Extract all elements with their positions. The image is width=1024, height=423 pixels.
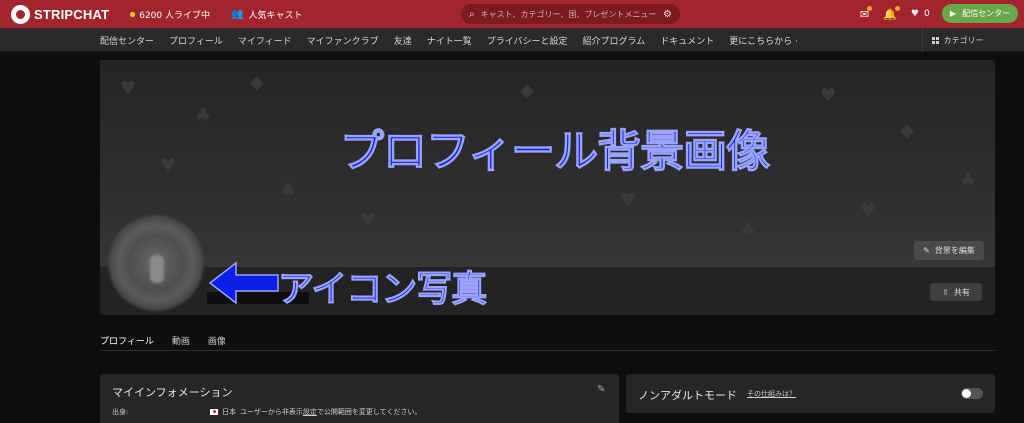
popular-casts-link[interactable]: 👥 人気キャスト [231, 8, 302, 21]
my-information-panel: マイインフォメーション ✎ 出身: 日本 ユーザーから非表示 設定 で公開範囲を… [100, 374, 619, 423]
my-information-title: マイインフォメーション [112, 386, 233, 399]
subnav-item-more[interactable]: 更にこちらから · [729, 34, 798, 47]
how-it-works-link[interactable]: その仕組みは？ [747, 389, 796, 399]
pattern-cherry-icon: ♣ [280, 180, 297, 201]
pattern-heart-icon: ♥ [820, 85, 837, 106]
pencil-icon: ✎ [923, 246, 930, 255]
logo-icon [11, 4, 30, 24]
likes-count: 0 [924, 9, 930, 19]
origin-country: 日本 [222, 408, 236, 416]
subnav-item-documents[interactable]: ドキュメント [660, 34, 714, 47]
pattern-lips-icon: ◆ [900, 120, 914, 141]
filter-icon[interactable]: ⚙ [663, 9, 672, 20]
people-icon: 👥 [231, 8, 244, 20]
subnav-item-profile[interactable]: プロフィール [169, 34, 223, 47]
origin-value: 日本 ユーザーから非表示 設定 で公開範囲を変更してください。 [210, 407, 421, 417]
share-button[interactable]: ⇪ 共有 [930, 283, 982, 301]
cover-annotation-title: プロフィール背景画像 [339, 126, 770, 178]
broadcast-center-label: 配信センター [962, 9, 1011, 18]
online-dot-icon [130, 11, 136, 17]
online-count-label: 6200 人ライブ中 [139, 10, 210, 21]
tab-images[interactable]: 画像 [208, 334, 226, 347]
likes-counter[interactable]: ♥ 0 [911, 9, 930, 19]
subnav-item-referral[interactable]: 紹介プログラム [583, 34, 646, 47]
arrow-left-icon [208, 261, 279, 305]
edit-background-button[interactable]: ✎ 背景を編集 [914, 241, 984, 260]
profile-tabs: プロフィール 動画 画像 [100, 334, 226, 347]
heart-icon: ♥ [910, 9, 919, 19]
subnav-item-broadcast-center[interactable]: 配信センター [100, 34, 154, 47]
search-bar[interactable]: ⌕ キャスト、カテゴリー、国、プレゼントメニュー ⚙ [461, 4, 680, 24]
sub-navigation: 配信センター プロフィール マイフィード マイファンクラブ 友達 ナイト一覧 プ… [0, 28, 1024, 52]
settings-link[interactable]: 設定 [303, 407, 317, 417]
share-label: 共有 [953, 287, 970, 297]
hidden-notice-before: ユーザーから非表示 [240, 408, 303, 416]
hidden-notice-after: で公開範囲を変更してください。 [316, 408, 422, 416]
tab-videos[interactable]: 動画 [172, 334, 190, 347]
pattern-lips-icon: ◆ [250, 72, 264, 93]
subnav-item-friends[interactable]: 友達 [394, 34, 412, 47]
profile-cover: ♥ ♣ ◆ ♥ ♣ ♥ ◆ ♥ ♣ ♥ ◆ ♣ ♥ プロフィール背景画像 ✎ 背… [100, 60, 995, 315]
tabs-divider [100, 350, 995, 351]
logo[interactable]: STRIPCHAT [11, 4, 110, 24]
pattern-lips-icon: ◆ [520, 80, 534, 101]
non-adult-mode-title: ノンアダルトモード [638, 389, 737, 402]
subnav-items: 配信センター プロフィール マイフィード マイファンクラブ 友達 ナイト一覧 プ… [100, 28, 798, 52]
edit-background-label: 背景を編集 [934, 246, 975, 255]
pattern-cherry-icon: ♣ [195, 105, 212, 126]
grid-icon [931, 36, 939, 44]
non-adult-mode-panel: ノンアダルトモード その仕組みは？ [626, 374, 995, 413]
pattern-heart-icon: ♥ [360, 210, 377, 231]
origin-label: 出身: [112, 408, 129, 416]
messages-icon[interactable]: ✉ [860, 5, 873, 21]
avatar-silhouette-icon [150, 255, 164, 283]
online-count[interactable]: 6200 人ライブ中 [130, 8, 210, 21]
pattern-heart-icon: ♥ [620, 190, 637, 211]
pattern-cherry-icon: ♣ [960, 170, 977, 191]
logo-text: STRIPCHAT [34, 6, 110, 22]
play-icon: ▶ [949, 9, 957, 18]
icon-annotation-label: アイコン写真 [277, 269, 487, 311]
category-label: カテゴリー [943, 35, 984, 45]
avatar[interactable] [108, 215, 204, 311]
top-icons: ✉ 🔔 ♥ 0 [860, 0, 930, 28]
top-bar: STRIPCHAT 6200 人ライブ中 👥 人気キャスト ⌕ キャスト、カテゴ… [0, 0, 1024, 28]
pattern-heart-icon: ♥ [860, 200, 877, 221]
non-adult-mode-toggle[interactable] [961, 388, 983, 399]
category-button[interactable]: カテゴリー [922, 28, 992, 52]
search-icon: ⌕ [469, 8, 475, 20]
edit-info-pencil-icon[interactable]: ✎ [597, 384, 605, 395]
japan-flag-icon [210, 409, 218, 415]
share-icon: ⇪ [942, 287, 949, 297]
tab-profile[interactable]: プロフィール [100, 334, 154, 347]
search-input[interactable]: キャスト、カテゴリー、国、プレゼントメニュー [481, 9, 663, 20]
pattern-heart-icon: ♥ [160, 155, 177, 176]
subnav-item-knight-list[interactable]: ナイト一覧 [427, 34, 472, 47]
broadcast-center-button[interactable]: ▶ 配信センター [942, 4, 1018, 23]
popular-casts-label: 人気キャスト [248, 10, 303, 21]
subnav-item-privacy-settings[interactable]: プライバシーと設定 [487, 34, 568, 47]
subnav-item-fan-club[interactable]: マイファンクラブ [307, 34, 379, 47]
pattern-cherry-icon: ♣ [740, 220, 757, 241]
pattern-heart-icon: ♥ [120, 78, 137, 99]
subnav-item-my-feed[interactable]: マイフィード [238, 34, 292, 47]
notifications-bell-icon[interactable]: 🔔 [883, 5, 900, 21]
